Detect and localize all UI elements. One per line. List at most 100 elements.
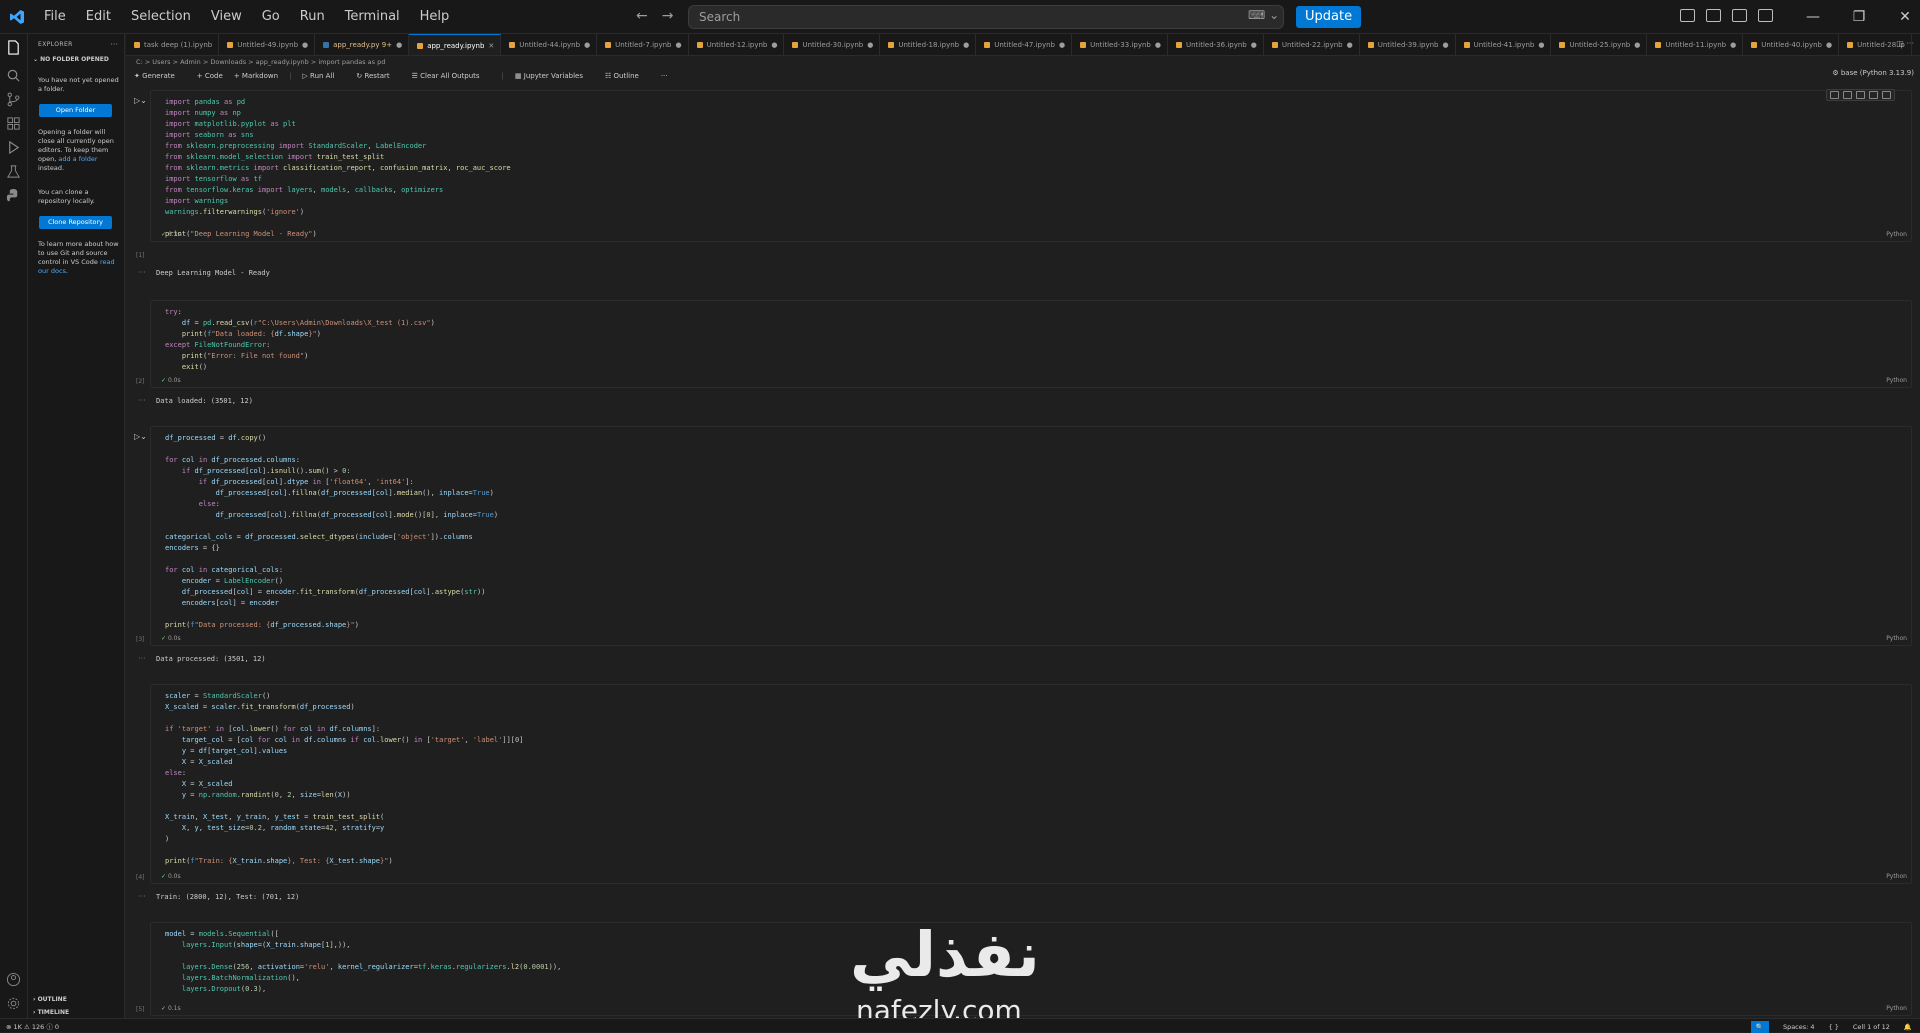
customize-layout-icon[interactable] [1680, 9, 1695, 22]
tab-dot-icon[interactable]: ● [1155, 41, 1161, 49]
minimize-icon[interactable]: — [1790, 0, 1836, 34]
cell-source[interactable]: try: df = pd.read_csv(r"C:\Users\Admin\D… [165, 307, 435, 373]
tab-untitled-18[interactable]: Untitled-18.ipynb ● [880, 34, 977, 55]
update-button[interactable]: Update [1296, 6, 1362, 28]
cell-source[interactable]: scaler = StandardScaler() X_scaled = sca… [165, 691, 523, 867]
zoom-icon[interactable]: 🔍 [1750, 1021, 1769, 1033]
add-markdown-button[interactable]: + Markdown [234, 72, 278, 80]
run-cell-icon[interactable]: ▷⌄ [134, 432, 147, 441]
tab-dot-icon[interactable]: ● [867, 41, 873, 49]
cell-language[interactable]: Python [1886, 1005, 1907, 1012]
code-cell-2[interactable]: try: df = pd.read_csv(r"C:\Users\Admin\D… [150, 300, 1912, 388]
menu-file[interactable]: File [34, 0, 76, 34]
clone-repository-button[interactable]: Clone Repository [39, 216, 112, 229]
output-more-icon[interactable]: ··· [138, 268, 146, 277]
menu-run[interactable]: Run [290, 0, 335, 34]
cell-source[interactable]: model = models.Sequential([ layers.Input… [165, 929, 561, 995]
notifications-bell-icon[interactable]: 🔔 [1904, 1023, 1912, 1031]
execute-below-icon[interactable] [1856, 91, 1865, 99]
extensions-icon[interactable] [6, 116, 21, 131]
output-more-icon[interactable]: ··· [138, 892, 146, 901]
cell-language[interactable]: Python [1886, 377, 1907, 384]
restart-button[interactable]: ↻ Restart [356, 72, 400, 80]
language-mode[interactable]: { } [1829, 1023, 1839, 1031]
run-cell-icon[interactable]: ▷⌄ [134, 96, 147, 105]
close-icon[interactable]: ✕ [1882, 0, 1920, 34]
tab-untitled-39[interactable]: Untitled-39.ipynb ● [1360, 34, 1456, 55]
delete-cell-icon[interactable] [1882, 91, 1891, 99]
no-folder-section[interactable]: ⌄ NO FOLDER OPENED [33, 56, 109, 63]
testing-icon[interactable] [6, 164, 21, 179]
cell-source[interactable]: import pandas as pd import numpy as np i… [165, 97, 511, 240]
tab-untitled-30[interactable]: Untitled-30.ipynb ● [784, 34, 881, 55]
code-cell-3[interactable]: df_processed = df.copy() for col in df_p… [150, 426, 1912, 646]
tab-untitled-11[interactable]: Untitled-11.ipynb ● [1647, 34, 1744, 55]
tab-dot-icon[interactable]: ● [584, 41, 590, 49]
tab-close-icon[interactable]: ✕ [488, 42, 494, 50]
more-actions-icon[interactable]: ··· [110, 40, 118, 49]
execute-above-icon[interactable] [1843, 91, 1852, 99]
tab-dot-icon[interactable]: ● [1059, 41, 1065, 49]
run-by-line-icon[interactable] [1830, 91, 1839, 99]
cell-language[interactable]: Python [1886, 873, 1907, 880]
menu-go[interactable]: Go [252, 0, 290, 34]
cell-source[interactable]: df_processed = df.copy() for col in df_p… [165, 433, 498, 631]
tab-untitled-47[interactable]: Untitled-47.ipynb ● [976, 34, 1073, 55]
search-icon[interactable] [6, 68, 21, 83]
run-debug-icon[interactable] [6, 140, 21, 155]
tab-dot-icon[interactable]: ● [1442, 41, 1448, 49]
output-more-icon[interactable]: ··· [138, 654, 146, 663]
code-cell-1[interactable]: import pandas as pd import numpy as np i… [150, 89, 1912, 242]
code-cell-4[interactable]: scaler = StandardScaler() X_scaled = sca… [150, 684, 1912, 884]
tab-dot-icon[interactable]: ● [675, 41, 681, 49]
breadcrumb[interactable]: C: > Users > Admin > Downloads > app_rea… [126, 56, 1920, 68]
menu-view[interactable]: View [201, 0, 252, 34]
tab-untitled-33[interactable]: Untitled-33.ipynb ● [1072, 34, 1168, 55]
tab-app-ready-py[interactable]: app_ready.py 9+ ● [315, 34, 410, 55]
explorer-icon[interactable] [6, 40, 21, 55]
open-folder-button[interactable]: Open Folder [39, 104, 112, 117]
menu-help[interactable]: Help [410, 0, 460, 34]
tab-untitled-22[interactable]: Untitled-22.ipynb ● [1264, 34, 1360, 55]
more-icon[interactable] [1869, 91, 1878, 99]
tab-app-ready-ipynb[interactable]: app_ready.ipynb ✕ [409, 34, 502, 55]
toggle-sidebar-icon[interactable] [1706, 9, 1721, 22]
tab-dot-icon[interactable]: ● [1251, 41, 1257, 49]
timeline-section[interactable]: › TIMELINE [33, 1009, 69, 1016]
more-tabs-icon[interactable]: ··· [1906, 39, 1914, 48]
problems-indicator[interactable]: ⊗ 1K ⚠ 126 ⓘ 0 [6, 1021, 59, 1031]
tab-untitled-36[interactable]: Untitled-36.ipynb ● [1168, 34, 1264, 55]
add-code-button[interactable]: + Code [197, 72, 223, 80]
toggle-secondary-sidebar-icon[interactable] [1758, 9, 1773, 22]
add-folder-link[interactable]: add a folder [58, 155, 97, 163]
tab-dot-icon[interactable]: ● [1538, 41, 1544, 49]
tab-dot-icon[interactable]: ● [1347, 41, 1353, 49]
run-all-button[interactable]: ▷ Run All [302, 72, 345, 80]
split-editor-icon[interactable]: ◫ [1896, 39, 1904, 48]
tab-dot-icon[interactable]: ● [1634, 41, 1640, 49]
tab-dot-icon[interactable]: ● [963, 41, 969, 49]
tab-untitled-12[interactable]: Untitled-12.ipynb ● [689, 34, 785, 55]
cell-language[interactable]: Python [1886, 231, 1907, 238]
jupyter-variables-button[interactable]: ▦ Jupyter Variables [515, 72, 594, 80]
generate-button[interactable]: ✦ Generate [134, 72, 186, 80]
indentation[interactable]: Spaces: 4 [1783, 1023, 1815, 1031]
tab-dot-icon[interactable]: ● [1826, 41, 1832, 49]
tab-dot-icon[interactable]: ● [302, 41, 308, 49]
copilot-icon[interactable]: ⌨ ⌄ [1248, 8, 1279, 22]
source-control-icon[interactable] [6, 92, 21, 107]
tab-untitled-25[interactable]: Untitled-25.ipynb ● [1551, 34, 1648, 55]
tab-dot-icon[interactable]: ● [1730, 41, 1736, 49]
kernel-picker[interactable]: ⚙ base (Python 3.13.9) [1832, 69, 1914, 77]
menu-selection[interactable]: Selection [121, 0, 201, 34]
tab-task-deep[interactable]: task deep (1).ipynb [126, 34, 220, 55]
outline-section[interactable]: › OUTLINE [33, 996, 67, 1003]
cell-language[interactable]: Python [1886, 635, 1907, 642]
forward-arrow-icon[interactable]: → [662, 8, 674, 24]
more-toolbar-icon[interactable]: ··· [661, 72, 668, 80]
back-arrow-icon[interactable]: ← [636, 8, 648, 24]
tab-dot-icon[interactable]: ● [396, 41, 402, 49]
search-input[interactable]: Search [688, 5, 1284, 29]
python-icon[interactable] [6, 188, 21, 203]
outline-button[interactable]: ☷ Outline [605, 72, 650, 80]
